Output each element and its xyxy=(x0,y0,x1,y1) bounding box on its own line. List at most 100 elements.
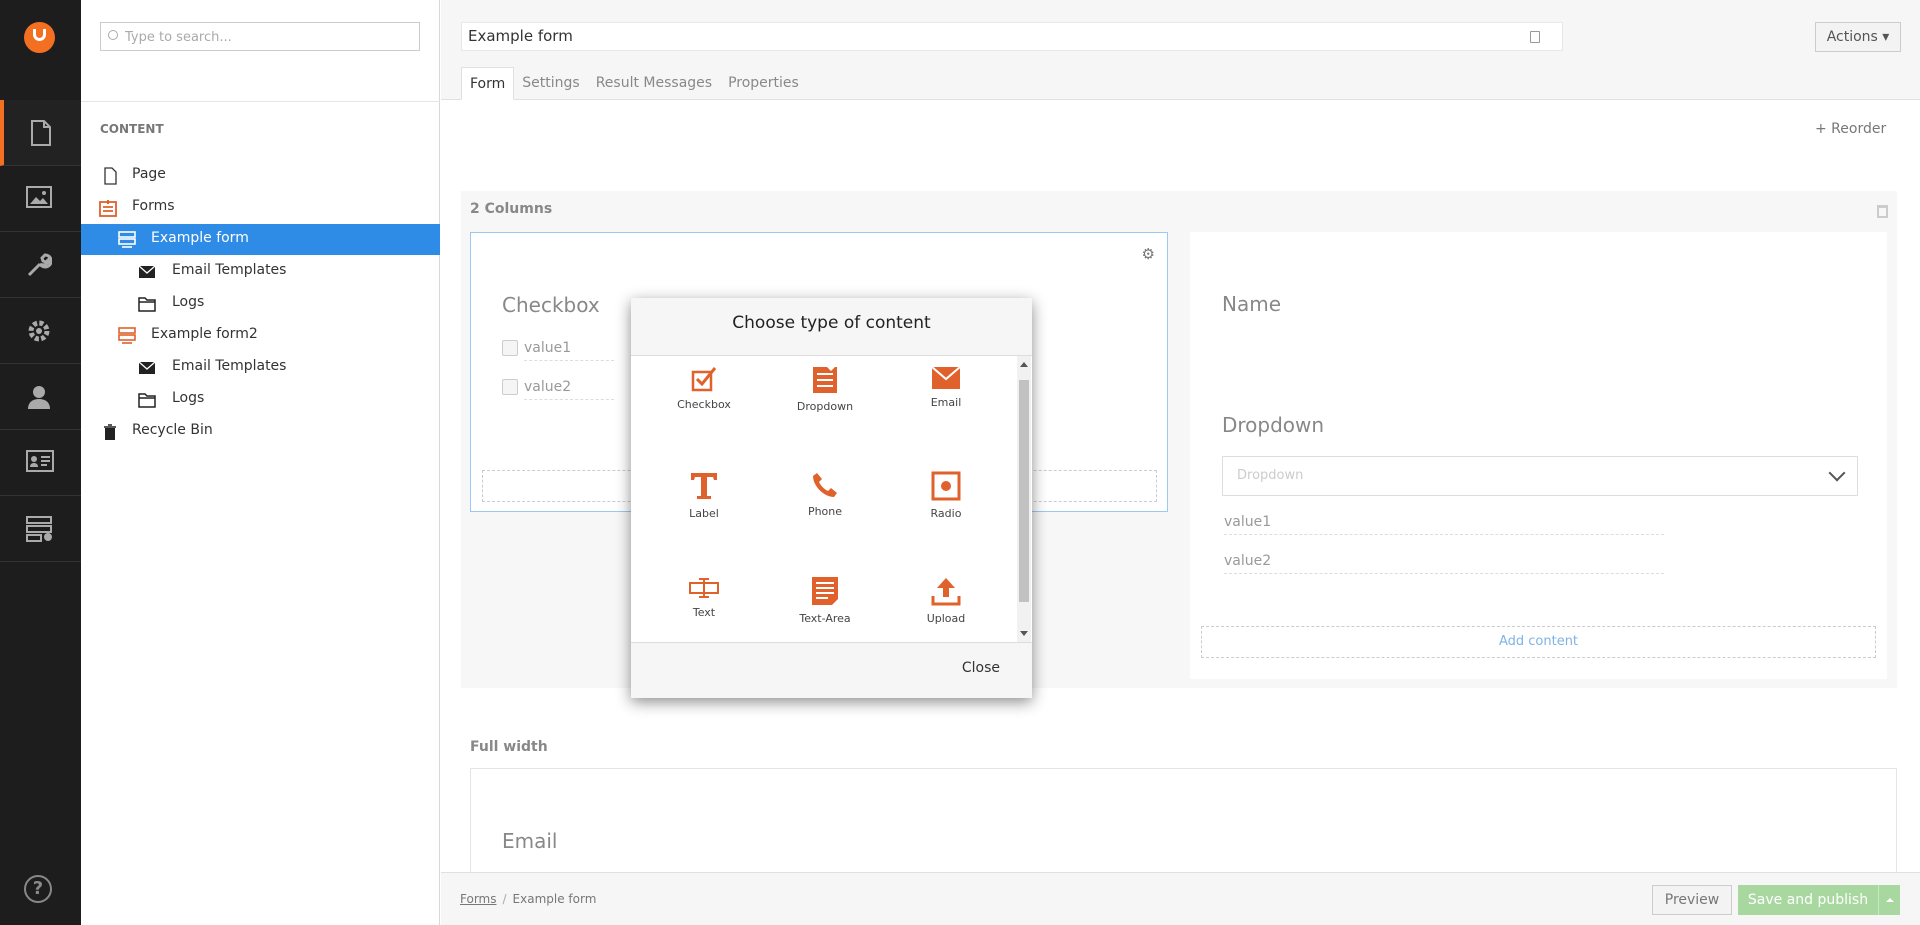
upload-icon xyxy=(931,578,961,606)
scroll-up-icon[interactable] xyxy=(1020,362,1028,367)
wrench-icon xyxy=(27,253,52,277)
textbox-icon xyxy=(689,578,719,598)
lock-icon[interactable] xyxy=(1530,31,1540,43)
rail-content[interactable] xyxy=(0,100,81,166)
row-title: Full width xyxy=(470,739,548,755)
dialog-title: Choose type of content xyxy=(732,313,931,333)
content-type-label-field[interactable]: Label xyxy=(656,461,752,541)
user-icon xyxy=(28,386,50,409)
content-tree: CONTENT Page Forms Example form Email Te… xyxy=(81,0,440,925)
umbraco-logo[interactable] xyxy=(24,22,55,53)
tree-item-label: Recycle Bin xyxy=(132,422,213,438)
publish-options-button[interactable] xyxy=(1878,885,1900,915)
trash-icon[interactable] xyxy=(1877,205,1888,218)
dropdown-value: value2 xyxy=(1224,553,1664,574)
tab-result-messages[interactable]: Result Messages xyxy=(588,67,720,100)
app-rail: ? xyxy=(0,0,81,925)
close-button[interactable]: Close xyxy=(962,660,1000,676)
column-right[interactable]: Name Dropdown Dropdown value1 value2 Add… xyxy=(1190,232,1887,679)
tree-item-logs[interactable]: Logs xyxy=(81,288,440,319)
tree-item-label: Forms xyxy=(132,198,175,214)
rail-media[interactable] xyxy=(0,166,81,232)
breadcrumb: Forms / Example form xyxy=(460,892,597,906)
gear-icon[interactable]: ⚙ xyxy=(1142,245,1155,263)
scroll-down-icon[interactable] xyxy=(1020,631,1028,636)
row-full-width[interactable]: Email xyxy=(470,768,1897,888)
gear-icon xyxy=(28,320,50,342)
caret-up-icon xyxy=(1886,898,1894,902)
editor-tabs: Form Settings Result Messages Properties xyxy=(461,67,807,100)
actions-button[interactable]: Actions ▾ xyxy=(1815,22,1901,52)
checkbox[interactable] xyxy=(502,340,518,356)
divider xyxy=(81,101,440,102)
reorder-button[interactable]: + Reorder xyxy=(1815,121,1886,137)
content-type-label: Text xyxy=(692,606,716,619)
tree-item-email-templates[interactable]: Email Templates xyxy=(81,256,440,287)
tab-settings[interactable]: Settings xyxy=(514,67,587,100)
content-type-label: Upload xyxy=(926,612,966,625)
rail-members[interactable] xyxy=(0,430,81,496)
checkbox-option[interactable]: value2 xyxy=(502,379,614,400)
dialog-scrollbar[interactable] xyxy=(1017,356,1031,642)
rail-forms[interactable] xyxy=(0,496,81,562)
checkbox-option[interactable]: value1 xyxy=(502,340,614,361)
content-type-email[interactable]: Email xyxy=(898,356,994,436)
tree-item-example-form2[interactable]: Example form2 xyxy=(81,320,440,351)
content-type-label: Dropdown xyxy=(796,400,854,413)
rail-developer[interactable] xyxy=(0,298,81,364)
content-type-textarea[interactable]: Text-Area xyxy=(777,566,873,646)
field-title-name: Name xyxy=(1222,292,1282,316)
tab-form[interactable]: Form xyxy=(461,67,515,100)
content-type-text[interactable]: Text xyxy=(656,566,752,646)
tree-item-recycle-bin[interactable]: Recycle Bin xyxy=(81,416,440,447)
form-icon xyxy=(118,327,136,344)
add-content-button[interactable]: Add content xyxy=(1201,626,1876,658)
document-icon xyxy=(31,120,51,146)
content-type-phone[interactable]: Phone xyxy=(777,461,873,541)
chevron-down-icon xyxy=(1828,464,1846,482)
tree-item-label: Logs xyxy=(172,390,205,406)
tree-item-example-form[interactable]: Example form xyxy=(81,224,440,255)
preview-button[interactable]: Preview xyxy=(1652,885,1732,915)
content-type-label: Phone xyxy=(807,505,843,518)
content-type-checkbox[interactable]: Checkbox xyxy=(656,356,752,436)
text-t-icon xyxy=(691,473,717,499)
help-icon[interactable]: ? xyxy=(24,875,52,903)
content-type-label: Email xyxy=(930,396,962,409)
tree-item-label: Email Templates xyxy=(172,262,287,278)
tree-item-email-templates-2[interactable]: Email Templates xyxy=(81,352,440,383)
checkbox[interactable] xyxy=(502,379,518,395)
trash-icon xyxy=(104,424,116,440)
save-and-publish-button[interactable]: Save and publish xyxy=(1738,885,1878,915)
field-title-email: Email xyxy=(502,829,558,853)
scroll-thumb[interactable] xyxy=(1019,380,1029,602)
rail-settings[interactable] xyxy=(0,232,81,298)
folder-icon xyxy=(138,297,156,312)
content-type-label: Text-Area xyxy=(799,612,851,625)
content-type-label: Checkbox xyxy=(677,398,731,411)
content-type-dropdown[interactable]: Dropdown xyxy=(777,356,873,436)
tree-item-label: Example form2 xyxy=(151,326,258,342)
content-type-radio[interactable]: Radio xyxy=(898,461,994,541)
search-icon xyxy=(108,30,118,40)
tree-item-forms[interactable]: Forms xyxy=(81,192,440,223)
field-title-checkbox: Checkbox xyxy=(502,293,600,317)
search-box[interactable] xyxy=(100,22,420,51)
form-name-input[interactable]: Example form xyxy=(461,22,1563,51)
dropdown-select[interactable]: Dropdown xyxy=(1222,456,1858,496)
textarea-icon xyxy=(812,577,838,605)
envelope-icon xyxy=(138,265,156,278)
tab-properties[interactable]: Properties xyxy=(720,67,807,100)
tree-item-logs-2[interactable]: Logs xyxy=(81,384,440,415)
breadcrumb-link[interactable]: Forms xyxy=(460,892,496,906)
forms-icon xyxy=(26,516,52,542)
checkbox-icon xyxy=(691,367,717,392)
search-input[interactable] xyxy=(125,27,405,47)
content-type-label: Radio xyxy=(930,507,962,520)
tree-item-page[interactable]: Page xyxy=(81,160,440,191)
editor-header: Example form Actions ▾ Form Settings Res… xyxy=(441,0,1920,100)
phone-icon xyxy=(813,473,837,497)
form-icon xyxy=(118,231,136,248)
rail-users[interactable] xyxy=(0,364,81,430)
content-type-upload[interactable]: Upload xyxy=(898,566,994,646)
